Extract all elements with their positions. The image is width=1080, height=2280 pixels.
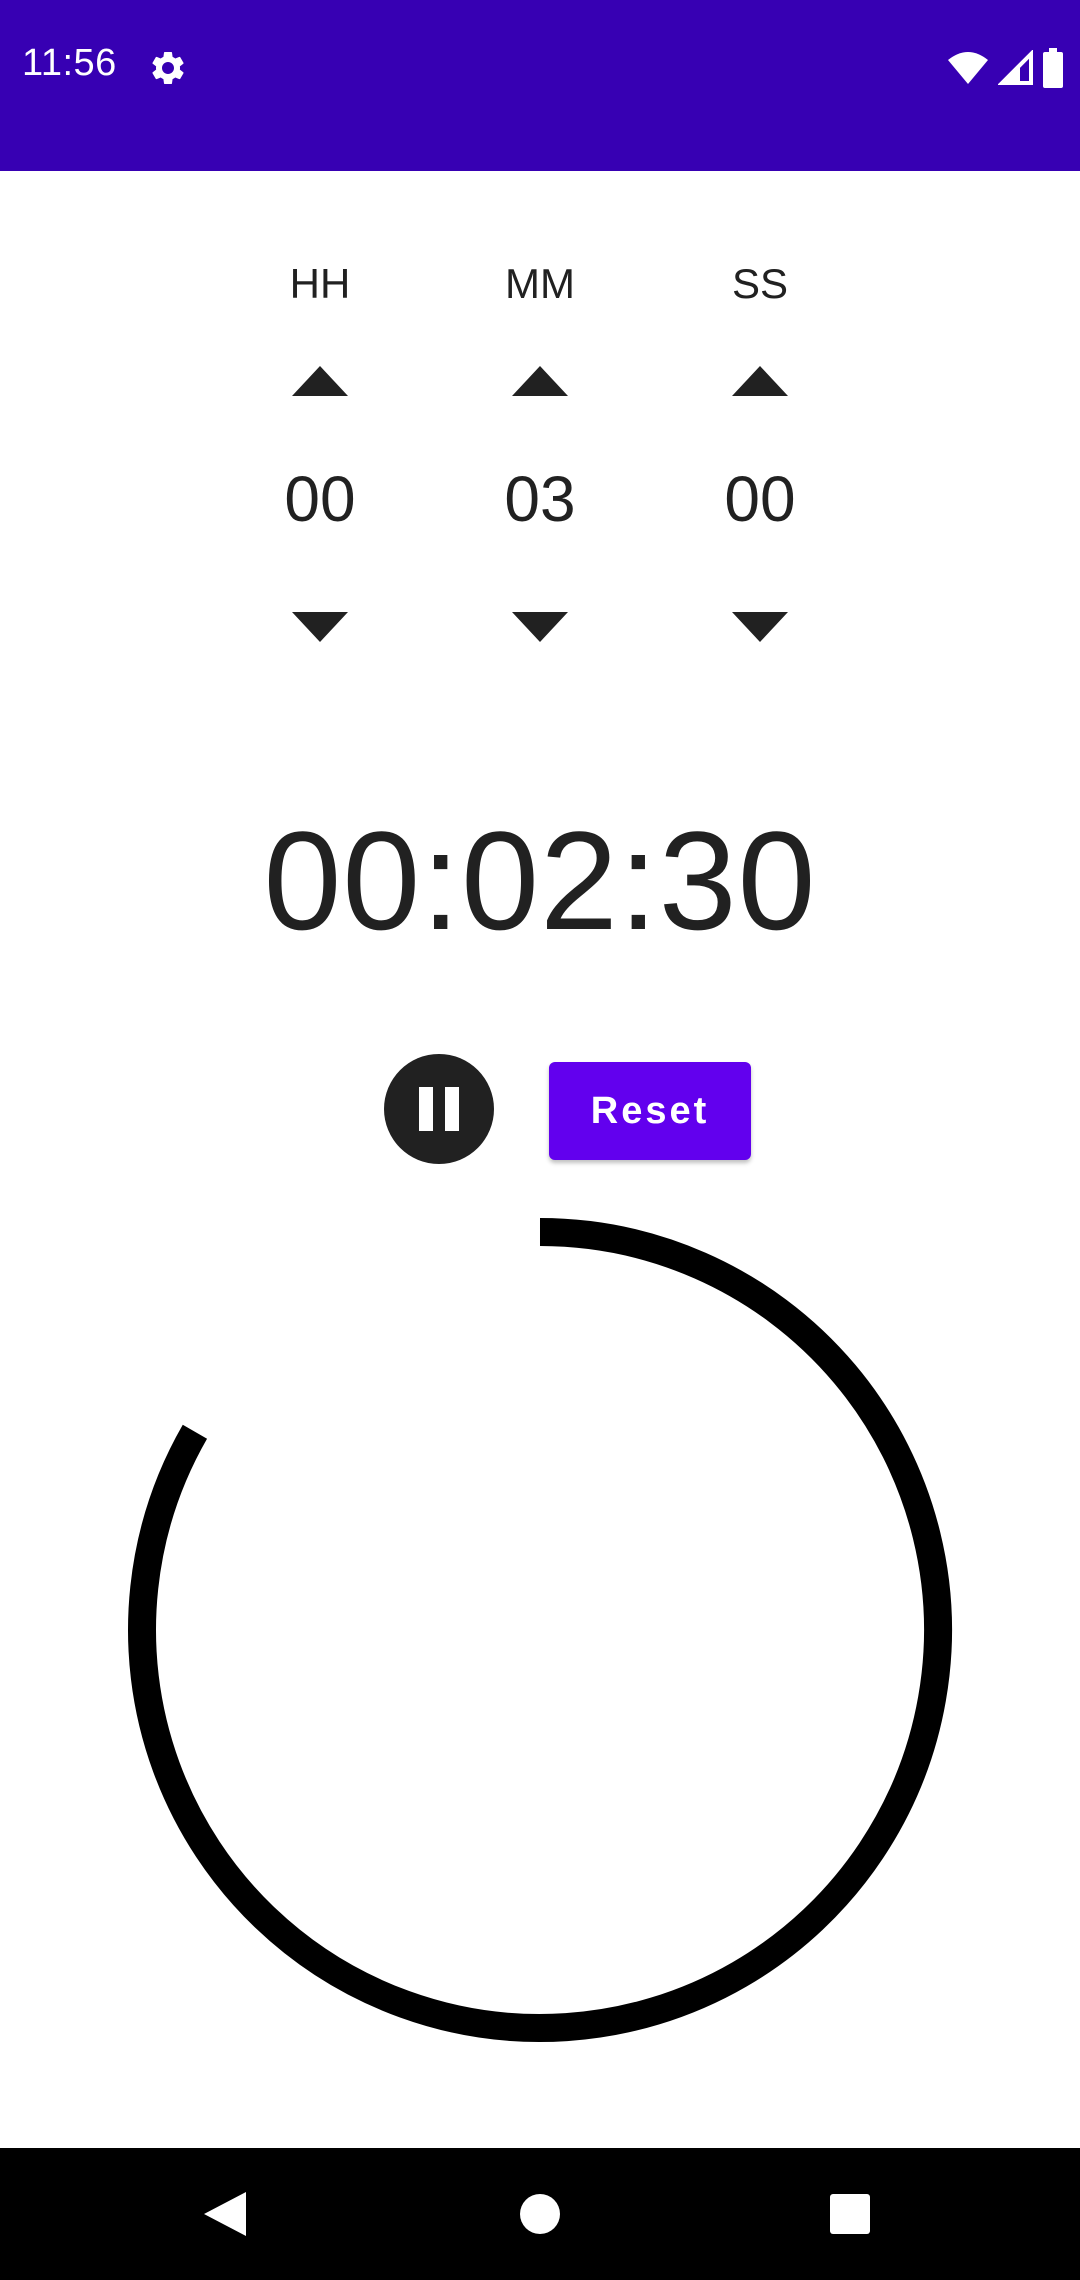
navigation-bar — [0, 2148, 1080, 2280]
back-icon[interactable] — [196, 2184, 256, 2244]
settings-gear-icon — [152, 51, 184, 84]
increment-seconds-arrow-up-icon[interactable] — [732, 364, 788, 396]
progress-arc — [128, 1218, 952, 2042]
picker-label-minutes: MM — [505, 260, 575, 307]
recents-icon[interactable] — [820, 2184, 880, 2244]
status-time: 11:56 — [22, 42, 117, 84]
status-bar: 11:56 — [0, 0, 1080, 171]
picker-hours: HH 00 — [240, 260, 400, 660]
reset-button[interactable]: Reset — [549, 1062, 751, 1160]
battery-icon — [1043, 48, 1063, 88]
pause-icon — [419, 1087, 459, 1131]
progress-ring — [128, 1218, 952, 2042]
decrement-seconds-arrow-down-icon[interactable] — [732, 612, 788, 644]
picker-seconds: SS 00 — [680, 260, 840, 660]
home-icon[interactable] — [510, 2184, 570, 2244]
pause-button[interactable] — [384, 1054, 494, 1164]
increment-minutes-arrow-up-icon[interactable] — [512, 364, 568, 396]
picker-value-hours: 00 — [284, 463, 356, 535]
picker-minutes: MM 03 — [460, 260, 620, 660]
status-icons — [946, 48, 1064, 88]
decrement-minutes-arrow-down-icon[interactable] — [512, 612, 568, 644]
wifi-icon — [948, 52, 988, 84]
cell-signal-icon — [998, 50, 1033, 85]
decrement-hours-arrow-down-icon[interactable] — [292, 612, 348, 644]
picker-label-hours: HH — [289, 260, 351, 307]
picker-value-seconds: 00 — [724, 463, 796, 535]
increment-hours-arrow-up-icon[interactable] — [292, 364, 348, 396]
countdown-display: 00:02:30 — [263, 802, 817, 959]
picker-value-minutes: 03 — [504, 463, 576, 535]
picker-label-seconds: SS — [731, 260, 789, 307]
